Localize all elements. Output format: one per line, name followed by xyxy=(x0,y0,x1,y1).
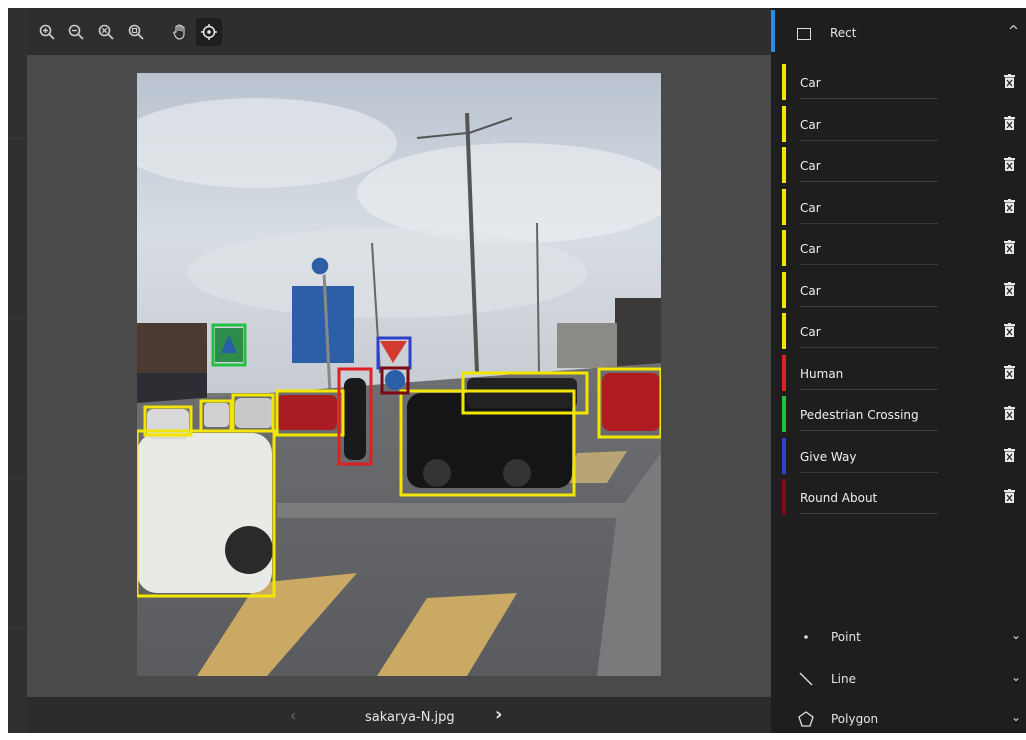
rect-section-header[interactable] xyxy=(775,8,1026,56)
annotation-divider xyxy=(800,139,938,141)
street-scene xyxy=(137,73,661,676)
point-tool-row[interactable]: Point ⌄ xyxy=(775,622,1026,658)
annotation-label: Car xyxy=(800,117,821,132)
chevron-down-icon[interactable]: ⌄ xyxy=(1011,710,1021,724)
current-filename: sakarya-N.jpg xyxy=(365,710,455,725)
trash-icon[interactable] xyxy=(1004,74,1015,88)
annotation-item[interactable]: Car xyxy=(775,313,1026,353)
chevron-down-icon[interactable]: ⌄ xyxy=(1011,670,1021,684)
annotation-color-bar xyxy=(782,479,786,515)
line-icon xyxy=(799,672,813,686)
annotation-color-bar xyxy=(782,230,786,266)
annotation-label: Car xyxy=(800,325,821,339)
annotation-item[interactable]: Give Way xyxy=(775,437,1026,478)
rect-section-title: Rect xyxy=(830,26,857,40)
polygon-icon xyxy=(798,711,814,727)
annotation-label: Round About xyxy=(800,491,878,505)
annotation-color-bar xyxy=(782,396,786,432)
annotation-color-bar xyxy=(782,271,786,308)
annotation-color-bar xyxy=(782,147,786,183)
chevron-up-icon[interactable]: ^ xyxy=(1008,24,1019,39)
annotation-divider xyxy=(800,222,938,224)
trash-icon[interactable] xyxy=(1004,198,1015,213)
annotation-item[interactable]: Round About xyxy=(775,479,1026,519)
annotated-street-image[interactable] xyxy=(137,73,661,676)
polygon-tool-row[interactable]: Polygon ⌄ xyxy=(775,704,1026,740)
trash-icon[interactable] xyxy=(1004,115,1015,130)
zoom-in-icon[interactable] xyxy=(37,21,57,43)
line-tool-row[interactable]: Line ⌄ xyxy=(775,664,1026,700)
annotation-label: Car xyxy=(800,242,821,256)
left-edge-strip xyxy=(8,8,27,733)
trash-icon[interactable] xyxy=(1004,406,1015,420)
annotation-color-bar xyxy=(782,188,786,225)
annotation-color-bar xyxy=(782,64,786,100)
annotation-divider xyxy=(800,471,938,473)
trash-icon[interactable] xyxy=(1004,447,1015,462)
polygon-tool-label: Polygon xyxy=(831,712,879,726)
annotation-label: Car xyxy=(800,283,821,298)
annotation-item[interactable]: Pedestrian Crossing xyxy=(775,396,1026,436)
zoom-out-icon[interactable] xyxy=(66,21,86,43)
annotation-item[interactable]: Car xyxy=(775,271,1026,312)
line-tool-label: Line xyxy=(831,672,857,686)
point-icon xyxy=(804,635,808,639)
annotation-divider xyxy=(800,347,938,348)
trash-icon[interactable] xyxy=(1004,281,1015,296)
annotation-divider xyxy=(800,430,938,431)
annotation-color-bar xyxy=(782,105,786,142)
chevron-down-icon[interactable]: ⌄ xyxy=(1011,628,1021,642)
annotation-item[interactable]: Car xyxy=(775,64,1026,104)
trash-icon[interactable] xyxy=(1004,489,1015,503)
annotation-item[interactable]: Car xyxy=(775,147,1026,187)
annotation-item[interactable]: Car xyxy=(775,105,1026,146)
annotation-color-bar xyxy=(782,437,786,474)
trash-icon[interactable] xyxy=(1004,364,1015,379)
annotation-label: Car xyxy=(800,76,821,90)
annotation-item[interactable]: Human xyxy=(775,354,1026,395)
rectangle-icon xyxy=(797,28,811,40)
annotation-label: Give Way xyxy=(800,449,857,464)
annotation-item[interactable]: Car xyxy=(775,188,1026,229)
annotation-divider xyxy=(800,98,938,99)
previous-image-button[interactable]: ‹ xyxy=(290,706,296,725)
trash-icon[interactable] xyxy=(1004,323,1015,337)
annotation-color-bar xyxy=(782,354,786,391)
annotation-item[interactable]: Car xyxy=(775,230,1026,270)
annotation-divider xyxy=(800,181,938,182)
annotation-label: Car xyxy=(800,159,821,173)
zoom-fit-icon[interactable] xyxy=(126,21,146,43)
annotation-divider xyxy=(800,388,938,390)
annotation-label: Pedestrian Crossing xyxy=(800,408,919,422)
pan-hand-icon[interactable] xyxy=(170,21,190,43)
next-image-button[interactable]: › xyxy=(495,704,502,725)
annotation-divider xyxy=(800,513,938,514)
trash-icon[interactable] xyxy=(1004,157,1015,171)
trash-icon[interactable] xyxy=(1004,240,1015,254)
annotation-divider xyxy=(800,264,938,265)
point-tool-label: Point xyxy=(831,630,861,644)
annotation-label: Human xyxy=(800,366,844,381)
annotation-label: Car xyxy=(800,200,821,215)
annotation-divider xyxy=(800,305,938,307)
select-target-icon[interactable] xyxy=(196,18,222,46)
zoom-reset-icon[interactable] xyxy=(96,21,116,43)
annotation-color-bar xyxy=(782,313,786,349)
